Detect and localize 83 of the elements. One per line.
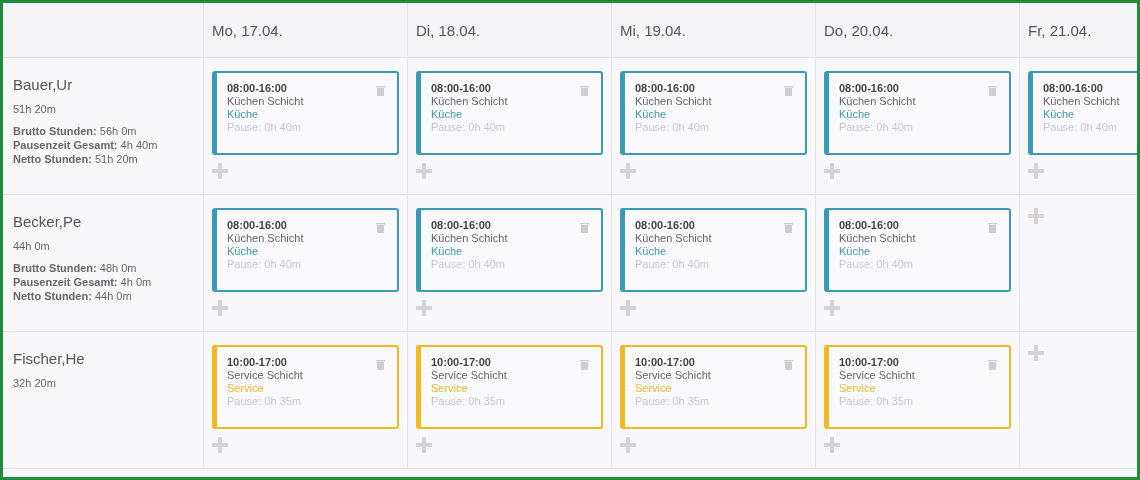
employee-name: Fischer,He xyxy=(13,350,86,367)
shift-time: 10:00-17:00 xyxy=(635,356,695,368)
shift-area: Küche xyxy=(431,108,591,120)
shift-time: 08:00-16:00 xyxy=(635,219,695,231)
shift-area: Küche xyxy=(227,245,387,257)
add-icon[interactable] xyxy=(824,300,840,316)
shift-area: Service xyxy=(839,382,999,394)
shift-title: Küchen Schicht xyxy=(431,95,509,107)
shift-time: 10:00-17:00 xyxy=(839,356,899,368)
trash-icon[interactable] xyxy=(988,359,997,370)
add-icon[interactable] xyxy=(1028,208,1044,224)
shift-area: Küche xyxy=(635,108,795,120)
trash-icon[interactable] xyxy=(376,85,385,96)
day-header: Mo, 17.04. xyxy=(212,21,283,39)
add-icon[interactable] xyxy=(620,163,636,179)
shift-time: 08:00-16:00 xyxy=(839,219,899,231)
hours-stat: Netto Stunden: 44h 0m xyxy=(13,289,133,303)
shift-title: Küchen Schicht xyxy=(839,95,917,107)
day-header: Mi, 19.04. xyxy=(620,21,686,39)
add-icon[interactable] xyxy=(620,300,636,316)
shift-area: Küche xyxy=(839,245,999,257)
add-icon[interactable] xyxy=(824,163,840,179)
trash-icon[interactable] xyxy=(580,359,589,370)
shift-title: Service Schicht xyxy=(635,369,712,381)
shift-time: 08:00-16:00 xyxy=(227,82,287,94)
trash-icon[interactable] xyxy=(784,222,793,233)
add-icon[interactable] xyxy=(416,300,432,316)
trash-icon[interactable] xyxy=(580,222,589,233)
add-icon[interactable] xyxy=(416,437,432,453)
add-icon[interactable] xyxy=(212,163,228,179)
shift-title: Küchen Schicht xyxy=(839,232,917,244)
shift-area: Service xyxy=(431,382,591,394)
shift-title: Küchen Schicht xyxy=(635,232,713,244)
add-icon[interactable] xyxy=(620,437,636,453)
add-icon[interactable] xyxy=(1028,345,1044,361)
shift-area: Service xyxy=(635,382,795,394)
hours-stat: Netto Stunden: 51h 20m xyxy=(13,152,139,166)
hours-stat: Pausenzeit Gesamt: 4h 40m xyxy=(13,138,159,152)
shift-time: 08:00-16:00 xyxy=(1043,82,1103,94)
shift-area: Service xyxy=(227,382,387,394)
shift-title: Küchen Schicht xyxy=(635,95,713,107)
employee-name: Becker,Pe xyxy=(13,213,83,230)
trash-icon[interactable] xyxy=(376,359,385,370)
trash-icon[interactable] xyxy=(376,222,385,233)
total-hours: 51h 20m xyxy=(13,102,57,116)
shift-time: 08:00-16:00 xyxy=(839,82,899,94)
hours-stat: Brutto Stunden: 48h 0m xyxy=(13,261,138,275)
add-icon[interactable] xyxy=(212,437,228,453)
add-icon[interactable] xyxy=(824,437,840,453)
shift-title: Service Schicht xyxy=(227,369,304,381)
shift-title: Service Schicht xyxy=(431,369,508,381)
day-header: Fr, 21.04. xyxy=(1028,21,1092,39)
shift-area: Küche xyxy=(635,245,795,257)
shift-title: Küchen Schicht xyxy=(227,232,305,244)
trash-icon[interactable] xyxy=(784,85,793,96)
day-header: Di, 18.04. xyxy=(416,21,481,39)
shift-title: Küchen Schicht xyxy=(227,95,305,107)
add-icon[interactable] xyxy=(212,300,228,316)
hours-stat: Pausenzeit Gesamt: 4h 0m xyxy=(13,275,153,289)
total-hours: 44h 0m xyxy=(13,239,51,253)
shift-time: 10:00-17:00 xyxy=(431,356,491,368)
employee-name: Bauer,Ur xyxy=(13,76,74,93)
trash-icon[interactable] xyxy=(988,222,997,233)
total-hours: 32h 20m xyxy=(13,376,57,390)
trash-icon[interactable] xyxy=(784,359,793,370)
shift-time: 08:00-16:00 xyxy=(635,82,695,94)
shift-area: Küche xyxy=(839,108,999,120)
shift-area: Küche xyxy=(431,245,591,257)
add-icon[interactable] xyxy=(416,163,432,179)
add-icon[interactable] xyxy=(1028,163,1044,179)
trash-icon[interactable] xyxy=(580,85,589,96)
day-header: Do, 20.04. xyxy=(824,21,894,39)
hours-stat: Brutto Stunden: 56h 0m xyxy=(13,124,138,138)
shift-title: Service Schicht xyxy=(839,369,916,381)
shift-time: 10:00-17:00 xyxy=(227,356,287,368)
shift-time: 08:00-16:00 xyxy=(431,82,491,94)
shift-area: Küche xyxy=(227,108,387,120)
shift-time: 08:00-16:00 xyxy=(431,219,491,231)
shift-area: Küche xyxy=(1043,108,1137,120)
shift-time: 08:00-16:00 xyxy=(227,219,287,231)
shift-title: Küchen Schicht xyxy=(431,232,509,244)
trash-icon[interactable] xyxy=(988,85,997,96)
shift-title: Küchen Schicht xyxy=(1043,95,1121,107)
